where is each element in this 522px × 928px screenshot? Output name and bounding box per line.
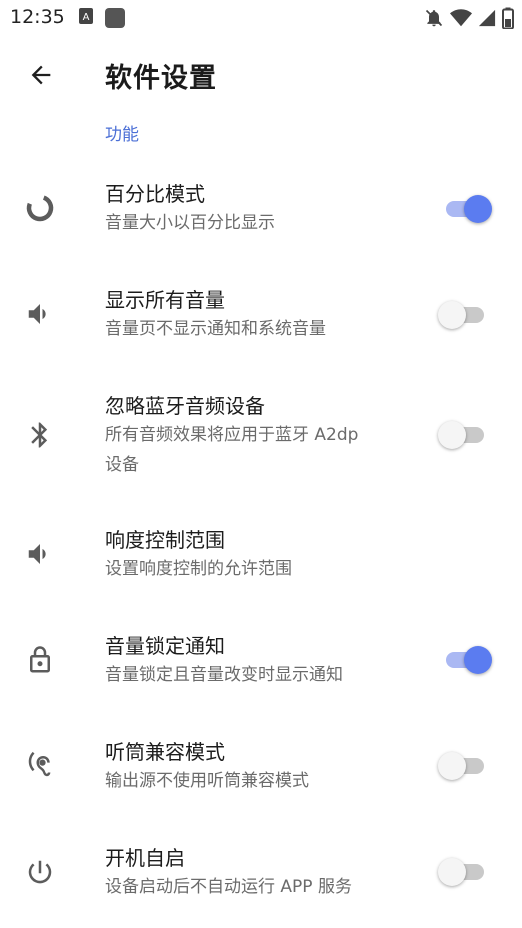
ignore-bluetooth-switch[interactable] — [438, 418, 496, 452]
volume-icon — [22, 536, 58, 572]
arrow-back-icon — [31, 65, 51, 85]
status-time: 12:35 — [10, 6, 65, 28]
volume-icon — [22, 296, 58, 332]
setting-summary: 音量页不显示通知和系统音量 — [105, 319, 326, 339]
setting-title: 听筒兼容模式 — [105, 740, 225, 764]
setting-ignore-bluetooth[interactable]: 忽略蓝牙音频设备 所有音频效果将应用于蓝牙 A2dp 设备 — [0, 382, 522, 502]
page-title: 软件设置 — [105, 63, 217, 94]
back-button[interactable] — [22, 56, 60, 94]
setting-volume-lock-notification[interactable]: 音量锁定通知 音量锁定且音量改变时显示通知 — [0, 624, 522, 724]
hearing-icon — [22, 748, 58, 784]
setting-earpiece-compat[interactable]: 听筒兼容模式 输出源不使用听筒兼容模式 — [0, 730, 522, 830]
setting-title: 音量锁定通知 — [105, 634, 225, 658]
wifi-icon — [450, 9, 472, 27]
svg-text:A: A — [83, 12, 90, 23]
status-left-icons: A — [78, 7, 126, 29]
signal-icon — [478, 9, 496, 27]
percentage-mode-switch[interactable] — [438, 192, 496, 226]
battery-icon — [502, 7, 514, 29]
setting-title: 忽略蓝牙音频设备 — [105, 394, 265, 418]
setting-summary: 音量大小以百分比显示 — [105, 213, 275, 233]
show-all-volumes-switch[interactable] — [438, 298, 496, 332]
setting-percentage-mode[interactable]: 百分比模式 音量大小以百分比显示 — [0, 170, 522, 270]
notifications-off-icon — [425, 9, 443, 27]
app-square-icon — [105, 8, 125, 28]
setting-summary: 设置响度控制的允许范围 — [105, 559, 292, 579]
keyboard-app-icon: A — [79, 8, 93, 24]
setting-title: 开机自启 — [105, 846, 185, 870]
status-right-icons — [424, 7, 514, 29]
bluetooth-icon — [22, 417, 58, 453]
setting-summary: 音量锁定且音量改变时显示通知 — [105, 665, 343, 685]
setting-title: 显示所有音量 — [105, 288, 225, 312]
setting-summary: 输出源不使用听筒兼容模式 — [105, 771, 309, 791]
setting-summary: 设备启动后不自动运行 APP 服务 — [105, 877, 352, 897]
app-bar: 软件设置 — [0, 40, 522, 112]
power-icon — [22, 854, 58, 890]
setting-loudness-range[interactable]: 响度控制范围 设置响度控制的允许范围 — [0, 518, 522, 618]
earpiece-compat-switch[interactable] — [438, 749, 496, 783]
section-header: 功能 — [105, 125, 139, 145]
setting-show-all-volumes[interactable]: 显示所有音量 音量页不显示通知和系统音量 — [0, 276, 522, 376]
setting-summary-continued: 设备 — [105, 455, 139, 475]
percentage-ring-icon — [22, 190, 58, 226]
setting-title: 响度控制范围 — [105, 528, 225, 552]
status-bar: 12:35 A — [0, 0, 522, 36]
setting-auto-start[interactable]: 开机自启 设备启动后不自动运行 APP 服务 — [0, 836, 522, 928]
setting-summary: 所有音频效果将应用于蓝牙 A2dp — [105, 425, 359, 445]
volume-lock-notification-switch[interactable] — [438, 643, 496, 677]
lock-icon — [22, 642, 58, 678]
auto-start-switch[interactable] — [438, 855, 496, 889]
setting-title: 百分比模式 — [105, 182, 205, 206]
